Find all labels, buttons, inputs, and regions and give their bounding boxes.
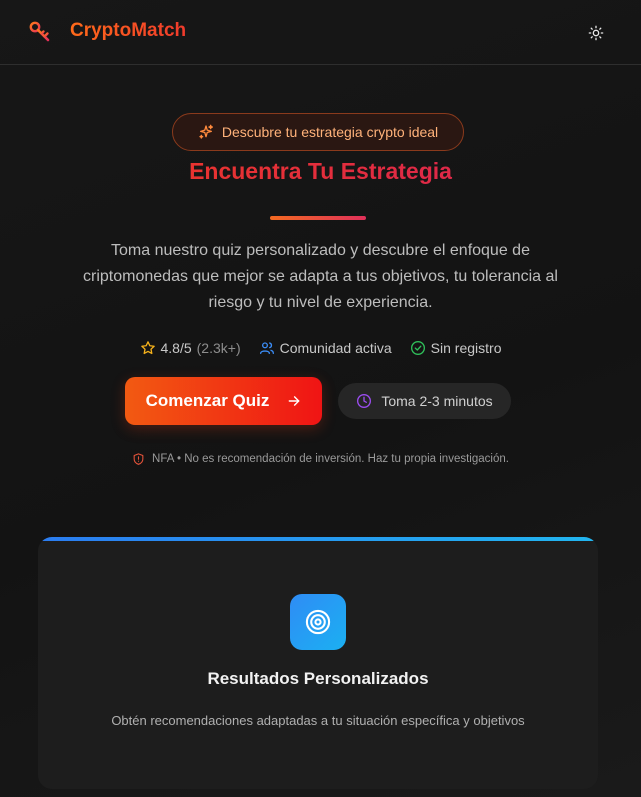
community-label: Comunidad activa bbox=[279, 340, 392, 356]
key-icon[interactable] bbox=[28, 20, 52, 44]
hero-description: Toma nuestro quiz personalizado y descub… bbox=[83, 242, 558, 311]
investment-disclaimer: NFA • No es recomendación de inversión. … bbox=[0, 450, 641, 468]
theme-toggle-button[interactable] bbox=[583, 20, 609, 46]
shield-alert-icon bbox=[133, 453, 144, 465]
no-signup-indicator: Sin registro bbox=[410, 340, 502, 356]
sun-icon bbox=[588, 25, 604, 41]
feature-card-title: Resultados Personalizados bbox=[207, 669, 429, 688]
hero-badge-label: Descubre tu estrategia crypto ideal bbox=[221, 124, 439, 140]
clock-icon bbox=[357, 394, 372, 408]
quiz-duration-label: Toma 2-3 minutos bbox=[381, 393, 493, 409]
rating-value: 4.8/5 bbox=[160, 340, 192, 356]
no-signup-label: Sin registro bbox=[430, 340, 502, 356]
feature-card-description: Obtén recomendaciones adaptadas a tu sit… bbox=[111, 713, 525, 728]
rating-indicator: 4.8/5 (2.3k+) bbox=[140, 340, 241, 356]
trust-indicators: 4.8/5 (2.3k+) Comunidad activa Sin regis… bbox=[0, 338, 641, 358]
community-indicator: Comunidad activa bbox=[259, 340, 392, 356]
start-quiz-label: Comenzar Quiz bbox=[145, 391, 270, 410]
quiz-duration-badge: Toma 2-3 minutos bbox=[338, 383, 511, 419]
users-icon bbox=[259, 342, 274, 354]
rating-count: (2.3k+) bbox=[196, 340, 241, 356]
target-icon bbox=[290, 594, 346, 650]
sparkles-icon bbox=[199, 124, 213, 139]
start-quiz-button[interactable]: Comenzar Quiz bbox=[125, 377, 322, 425]
feature-card: Resultados Personalizados Obtén recomend… bbox=[38, 537, 598, 789]
title-divider bbox=[270, 216, 366, 220]
disclaimer-text: NFA • No es recomendación de inversión. … bbox=[152, 453, 509, 465]
hero-badge: Descubre tu estrategia crypto ideal bbox=[172, 113, 464, 151]
star-icon bbox=[140, 341, 155, 355]
brand-name[interactable]: CryptoMatch bbox=[70, 20, 186, 42]
page-title: Encuentra Tu Estrategia bbox=[0, 158, 641, 185]
check-circle-icon bbox=[410, 341, 425, 355]
card-accent-bar bbox=[38, 537, 598, 541]
top-navbar: CryptoMatch bbox=[0, 0, 641, 65]
arrow-right-icon bbox=[289, 396, 300, 406]
